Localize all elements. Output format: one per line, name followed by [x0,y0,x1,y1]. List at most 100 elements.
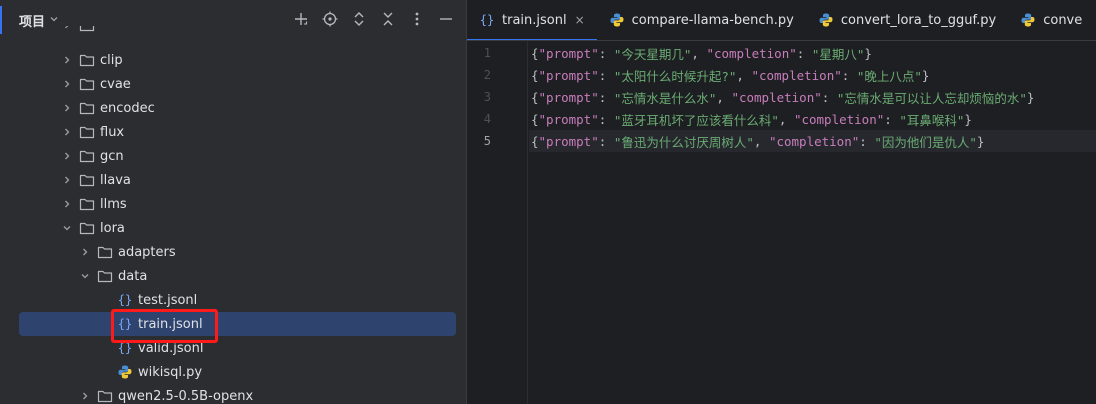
chevron-right-icon[interactable] [61,174,73,186]
json-punctuation: , [736,67,752,83]
tree-item-llms[interactable]: llms [0,192,466,216]
json-string: "耳鼻喉科" [899,112,965,128]
tree-item-gcn[interactable]: gcn [0,144,466,168]
chevron-down-icon[interactable] [61,222,73,234]
tree-item-encodec[interactable]: encodec [0,96,466,120]
python-file-icon [117,364,133,380]
chevron-right-icon[interactable] [61,102,73,114]
json-punctuation: { [531,67,539,83]
json-punctuation: , [716,89,732,105]
tree-item-qwen2-5-0-5b-openx[interactable]: qwen2.5-0.5B-openx [0,384,466,404]
folder-icon [79,172,95,188]
tree-item-cvae[interactable]: cvae [0,72,466,96]
json-string: "鲁迅为什么讨厌周树人" [613,134,754,150]
tab-label: convert_lora_to_gguf.py [840,12,997,28]
json-punctuation: { [531,89,539,105]
json-punctuation: } [864,45,872,61]
tree-item-flux[interactable]: flux [0,120,466,144]
json-punctuation: : [859,133,875,149]
tree-row-clipped [0,26,466,38]
tab-convert-lora-to-gguf-py[interactable]: convert_lora_to_gguf.py [806,0,1008,40]
json-key: "completion" [768,133,860,149]
json-key: "prompt" [538,45,599,61]
line-number: 5 [483,134,491,148]
json-punctuation: { [531,133,539,149]
json-punctuation: : [598,89,614,105]
tree-item-label: encodec [100,100,155,116]
json-string: "忘情水是可以让人忘却烦恼的水" [836,90,1027,106]
code-line[interactable]: {"prompt": "鲁迅为什么讨厌周树人", "completion": "… [529,130,1096,152]
json-punctuation: : [884,111,900,127]
code-line[interactable]: {"prompt": "太阳什么时候升起?", "completion": "晚… [529,64,1096,86]
svg-text:{}: {} [480,13,494,27]
folder-icon [97,268,113,284]
json-punctuation: , [753,133,769,149]
chevron-right-icon[interactable] [61,126,73,138]
tree-item-label: llms [100,196,127,212]
tree-item-label: clip [100,52,123,68]
tab-conve[interactable]: conve [1008,0,1094,40]
json-string: "今天星期几" [613,46,692,62]
svg-text:{}: {} [118,341,132,355]
json-key: "completion" [793,111,885,127]
tree-item-train-jsonl[interactable]: {} train.jsonl [0,312,466,336]
json-file-icon: {} [479,12,495,28]
chevron-right-icon[interactable] [61,78,73,90]
json-punctuation: : [598,133,614,149]
project-panel: 项目 clip cvae encodec flux gcn llava llms… [0,0,466,404]
line-number: 2 [483,68,491,82]
json-punctuation: : [598,111,614,127]
json-punctuation: : [821,89,837,105]
json-punctuation: { [531,45,539,61]
chevron-right-icon[interactable] [79,246,91,258]
tree-item-adapters[interactable]: adapters [0,240,466,264]
tree-item-label: adapters [118,244,176,260]
json-punctuation: : [796,45,812,61]
chevron-right-icon[interactable] [61,198,73,210]
close-tab-icon[interactable]: × [575,13,585,27]
tree-item-clip[interactable]: clip [0,48,466,72]
python-file-icon [818,12,834,28]
tab-train-jsonl[interactable]: {} train.jsonl × [467,0,597,40]
json-punctuation: } [976,133,985,149]
folder-icon [97,244,113,260]
code-area[interactable]: {"prompt": "今天星期几", "completion": "星期八"}… [529,41,1096,404]
tab-label: compare-llama-bench.py [631,12,794,28]
json-key: "prompt" [538,89,599,105]
code-line[interactable]: {"prompt": "今天星期几", "completion": "星期八"} [529,42,1096,64]
json-string: "蓝牙耳机坏了应该看什么科" [613,112,779,128]
selection-highlight [19,312,456,336]
tree-item-label: gcn [100,148,124,164]
tab-label: conve [1043,12,1083,28]
json-punctuation: , [691,45,707,61]
tree-item-wikisql-py[interactable]: wikisql.py [0,360,466,384]
chevron-right-icon[interactable] [79,390,91,402]
chevron-right-icon[interactable] [61,54,73,66]
json-punctuation: } [964,111,972,127]
tab-compare-llama-bench-py[interactable]: compare-llama-bench.py [597,0,806,40]
tree-item-label: data [118,268,148,284]
folder-icon [79,52,95,68]
line-number: 3 [483,90,491,104]
code-line[interactable]: {"prompt": "忘情水是什么水", "completion": "忘情水… [529,86,1096,108]
folder-icon [79,100,95,116]
json-key: "prompt" [538,67,599,83]
json-punctuation: { [531,111,539,127]
tree-item-label: flux [100,124,125,140]
tree-item-data[interactable]: data [0,264,466,288]
tree-item-lora[interactable]: lora [0,216,466,240]
chevron-right-icon[interactable] [61,150,73,162]
json-punctuation: : [598,67,614,83]
tree-item-test-jsonl[interactable]: {} test.jsonl [0,288,466,312]
tree-item-llava[interactable]: llava [0,168,466,192]
tree-item-valid-jsonl[interactable]: {} valid.jsonl [0,336,466,360]
chevron-down-icon[interactable] [79,270,91,282]
line-number: 1 [483,46,491,60]
json-punctuation: } [921,67,930,83]
json-file-icon: {} [117,292,133,308]
annotation-highlight-box [111,309,218,343]
code-line[interactable]: {"prompt": "蓝牙耳机坏了应该看什么科", "completion":… [529,108,1096,130]
tree-item-label: llava [100,172,131,188]
editor-tabs: {} train.jsonl × compare-llama-bench.py conv… [467,0,1096,41]
python-file-icon [609,12,625,28]
